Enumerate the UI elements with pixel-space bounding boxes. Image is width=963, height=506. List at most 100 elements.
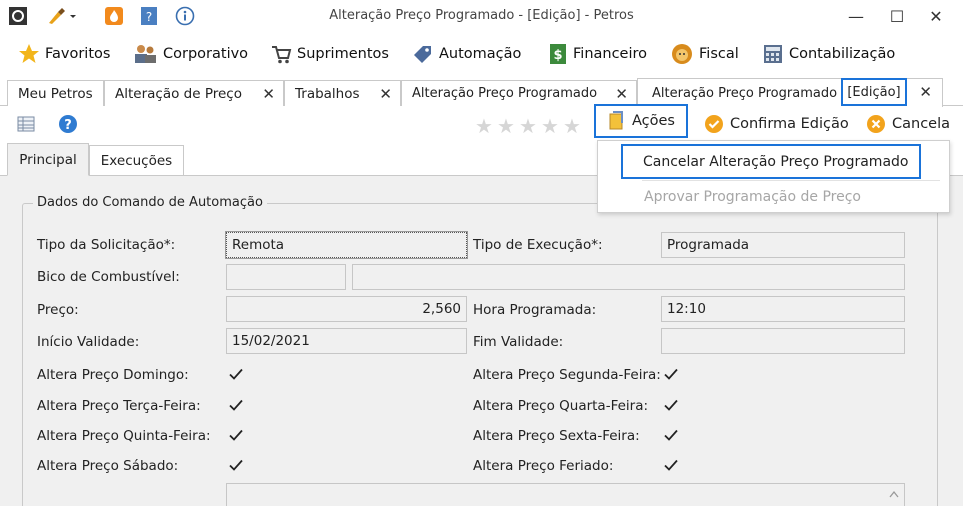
tipo-execucao-field[interactable]: Programada (661, 232, 905, 258)
sexta-label: Altera Preço Sexta-Feira: (473, 428, 640, 444)
fieldset-legend: Dados do Comando de Automação (33, 195, 267, 210)
actions-dropdown-menu: Cancelar Alteração Preço Programado Apro… (597, 140, 950, 213)
tipo-execucao-label: Tipo de Execução*: (473, 237, 603, 253)
close-tab-icon[interactable]: ✕ (615, 85, 628, 103)
minimize-button[interactable]: — (841, 4, 871, 28)
quinta-label: Altera Preço Quinta-Feira: (37, 428, 211, 444)
menu-label: Suprimentos (297, 46, 389, 62)
sexta-checkbox[interactable] (663, 427, 679, 443)
help-icon[interactable]: ? (58, 114, 78, 138)
hora-field[interactable]: 12:10 (661, 296, 905, 322)
quinta-checkbox[interactable] (228, 427, 244, 443)
fim-field[interactable] (661, 328, 905, 354)
main-menu: Favoritos Corporativo Suprimentos Automa… (0, 38, 963, 70)
title-bar: Alteração Preço Programado - [Edição] - … (0, 0, 963, 34)
tab-label: Alteração Preço Programado (652, 85, 838, 101)
toolbar: ? ★ ★ ★ ★ ★ Ações Confirma Edição Cancel… (0, 104, 963, 142)
tab-alteracao-preco-programado[interactable]: Alteração Preço Programado ✕ (401, 80, 637, 106)
menu-contabilizacao[interactable]: Contabilização (762, 38, 895, 70)
close-tab-icon[interactable]: ✕ (262, 85, 275, 103)
scroll-up-icon[interactable] (886, 486, 902, 502)
tipo-solicitacao-label: Tipo da Solicitação*: (37, 237, 176, 253)
info-icon[interactable] (175, 6, 195, 26)
sabado-checkbox[interactable] (228, 457, 244, 473)
cancel-label: Cancela (892, 116, 951, 132)
quarta-checkbox[interactable] (663, 397, 679, 413)
brush-dropdown-icon[interactable] (46, 6, 80, 26)
tipo-solicitacao-field[interactable]: Remota (225, 231, 468, 259)
menu-label: Favoritos (45, 46, 111, 62)
rating-star-icon[interactable]: ★ (541, 114, 559, 138)
menu-favoritos[interactable]: Favoritos (18, 38, 110, 70)
domingo-checkbox[interactable] (228, 366, 244, 382)
rating-star-icon[interactable]: ★ (519, 114, 537, 138)
maximize-button[interactable]: ☐ (882, 4, 912, 28)
star-icon (19, 44, 39, 63)
app-logo-icon[interactable] (8, 6, 28, 26)
terca-checkbox[interactable] (228, 397, 244, 413)
actions-icon (609, 111, 623, 130)
domingo-label: Altera Preço Domingo: (37, 367, 189, 383)
fim-label: Fim Validade: (473, 334, 564, 350)
menu-suprimentos[interactable]: Suprimentos (270, 38, 389, 70)
bico-label: Bico de Combustível: (37, 269, 180, 285)
cancel-button[interactable]: Cancela (866, 114, 950, 134)
rating-star-icon[interactable]: ★ (563, 114, 581, 138)
rating-star-icon[interactable]: ★ (475, 114, 493, 138)
people-icon (135, 45, 156, 63)
svg-text:?: ? (64, 118, 72, 133)
preco-field[interactable]: 2,560 (226, 296, 467, 322)
tab-label: Alteração Preço Programado (412, 86, 598, 101)
terca-label: Altera Preço Terça-Feira: (37, 398, 201, 414)
segunda-checkbox[interactable] (663, 366, 679, 382)
segunda-label: Altera Preço Segunda-Feira: (473, 367, 661, 383)
sabado-label: Altera Preço Sábado: (37, 458, 179, 474)
tag-icon (414, 46, 431, 63)
tab-execucoes[interactable]: Execuções (89, 145, 184, 175)
inicio-field[interactable]: 15/02/2021 (226, 328, 467, 354)
tab-label: Meu Petros (18, 85, 93, 102)
tab-label: Alteração de Preço (115, 85, 242, 102)
lion-icon (672, 44, 692, 64)
cart-icon (272, 46, 292, 64)
menu-label: Automação (439, 46, 522, 62)
tab-alteracao-de-preco[interactable]: Alteração de Preço ✕ (104, 80, 284, 106)
menu-automacao[interactable]: Automação (412, 38, 521, 70)
subtab-label: Execuções (100, 152, 173, 169)
close-tab-icon[interactable]: ✕ (379, 85, 392, 103)
grid-view-icon[interactable] (16, 114, 36, 138)
svg-text:?: ? (146, 10, 152, 24)
close-tab-icon[interactable]: ✕ (919, 83, 932, 101)
flame-icon[interactable] (104, 6, 124, 26)
confirm-icon (705, 115, 723, 133)
bico-code-field[interactable] (226, 264, 346, 290)
tab-principal[interactable]: Principal (7, 143, 89, 176)
inicio-label: Início Validade: (37, 334, 140, 350)
close-window-button[interactable]: ✕ (921, 4, 951, 28)
svg-text:$: $ (553, 48, 562, 63)
tab-meu-petros[interactable]: Meu Petros (7, 80, 104, 106)
tab-trabalhos[interactable]: Trabalhos ✕ (284, 80, 401, 106)
menu-label: Fiscal (699, 46, 739, 62)
preco-label: Preço: (37, 302, 79, 318)
cancel-icon (867, 115, 885, 133)
feriado-checkbox[interactable] (663, 457, 679, 473)
menu-fiscal[interactable]: Fiscal (670, 38, 739, 70)
help-document-icon[interactable]: ? (139, 6, 159, 26)
notes-textarea[interactable] (226, 483, 905, 506)
tab-label: Trabalhos (295, 85, 360, 102)
menu-item-cancelar-alteracao[interactable]: Cancelar Alteração Preço Programado (621, 144, 921, 179)
rating-star-icon[interactable]: ★ (497, 114, 515, 138)
menu-label: Corporativo (163, 46, 249, 62)
actions-button[interactable]: Ações (594, 104, 688, 138)
menu-financeiro[interactable]: $ Financeiro (548, 38, 647, 70)
calculator-icon (764, 45, 782, 63)
feriado-label: Altera Preço Feriado: (473, 458, 614, 474)
menu-item-aprovar-programacao: Aprovar Programação de Preço (644, 189, 861, 205)
confirm-label: Confirma Edição (730, 116, 849, 132)
confirm-edit-button[interactable]: Confirma Edição (704, 114, 849, 134)
menu-label: Contabilização (789, 46, 896, 62)
menu-corporativo[interactable]: Corporativo (132, 38, 248, 70)
bico-description-field[interactable] (352, 264, 905, 290)
menu-label: Financeiro (573, 46, 648, 62)
